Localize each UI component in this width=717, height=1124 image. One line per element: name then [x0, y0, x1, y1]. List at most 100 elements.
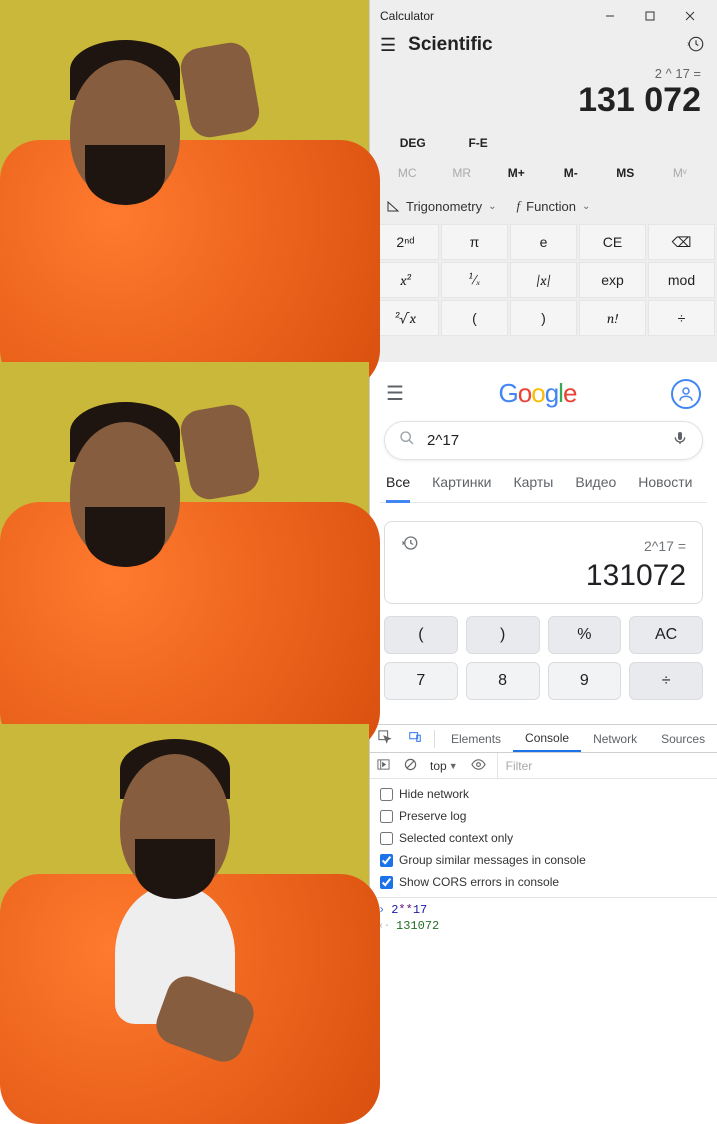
history-icon[interactable]	[687, 35, 705, 56]
search-query: 2^17	[427, 432, 672, 449]
maximize-button[interactable]	[633, 6, 667, 26]
account-icon[interactable]	[671, 379, 701, 409]
calculator-result: 131 072	[370, 81, 717, 128]
key-fact[interactable]: n!	[579, 300, 646, 336]
key-lparen[interactable]: (	[384, 616, 458, 654]
deg-button[interactable]: DEG	[380, 128, 445, 158]
function-dropdown[interactable]: f Function ⌄	[517, 198, 591, 214]
mplus-button[interactable]: M+	[489, 158, 544, 188]
calculator-mode: Scientific	[408, 34, 687, 56]
inspect-icon[interactable]	[370, 730, 400, 747]
google-logo[interactable]: Google	[404, 378, 671, 409]
hamburger-icon[interactable]: ☰	[380, 35, 396, 56]
hamburger-icon[interactable]: ☰	[386, 381, 404, 406]
drake-reject-image	[0, 0, 369, 362]
google-calc-result: 131072	[401, 557, 686, 593]
key-mod[interactable]: mod	[648, 262, 715, 298]
console-option[interactable]: Show CORS errors in console	[380, 871, 707, 893]
key-rparen[interactable]: )	[510, 300, 577, 336]
context-label: top	[430, 759, 447, 773]
filter-input[interactable]: Filter	[497, 753, 717, 778]
calculator-expression: 2 ^ 17 =	[370, 62, 717, 81]
key-ce[interactable]: CE	[579, 224, 646, 260]
tab-maps[interactable]: Карты	[513, 474, 553, 492]
console-settings: Hide network Preserve log Selected context…	[370, 779, 717, 898]
tab-console[interactable]: Console	[513, 725, 581, 752]
search-input[interactable]: 2^17	[384, 421, 703, 460]
key-9[interactable]: 9	[548, 662, 622, 700]
sidebar-toggle-icon[interactable]	[370, 758, 397, 774]
console-option[interactable]: Hide network	[380, 783, 707, 805]
key-recip[interactable]: ¹⁄ₓ	[441, 262, 508, 298]
option-label: Hide network	[399, 787, 469, 801]
console-option[interactable]: Selected context only	[380, 827, 707, 849]
option-checkbox[interactable]	[380, 810, 393, 823]
context-selector[interactable]: top ▼	[424, 759, 464, 773]
key-abs[interactable]: |x|	[510, 262, 577, 298]
device-icon[interactable]	[400, 730, 430, 747]
mlist-button[interactable]: Mᵛ	[653, 158, 708, 188]
key-div[interactable]: ÷	[648, 300, 715, 336]
google-calc-expression: 2^17 =	[419, 538, 686, 554]
tab-sources[interactable]: Sources	[649, 725, 717, 752]
tab-images[interactable]: Картинки	[432, 474, 491, 492]
console-output[interactable]: › 2**17 ‹· 131072	[370, 898, 717, 938]
key-ac[interactable]: AC	[629, 616, 703, 654]
key-7[interactable]: 7	[384, 662, 458, 700]
chevron-down-icon: ⌄	[582, 201, 590, 212]
option-label: Preserve log	[399, 809, 466, 823]
clear-icon[interactable]	[397, 758, 424, 774]
console-input: 2**17	[391, 903, 427, 917]
key-8[interactable]: 8	[466, 662, 540, 700]
option-checkbox[interactable]	[380, 854, 393, 867]
drake-reject-image	[0, 362, 369, 724]
key-lparen[interactable]: (	[441, 300, 508, 336]
tab-video[interactable]: Видео	[575, 474, 616, 492]
key-xsq[interactable]: x²	[372, 262, 439, 298]
calculator-keypad: 2ⁿᵈ π e CE ⌫ x² ¹⁄ₓ |x| exp mod ²√x ( ) …	[370, 224, 717, 336]
search-icon	[399, 430, 415, 451]
angle-icon	[386, 199, 400, 213]
mc-button[interactable]: MC	[380, 158, 435, 188]
console-option[interactable]: Preserve log	[380, 805, 707, 827]
tab-elements[interactable]: Elements	[439, 725, 513, 752]
search-tabs: Все Картинки Карты Видео Новости	[380, 474, 707, 503]
mminus-button[interactable]: M-	[544, 158, 599, 188]
key-rparen[interactable]: )	[466, 616, 540, 654]
history-icon[interactable]	[401, 534, 419, 557]
drake-approve-image	[0, 724, 369, 1086]
option-checkbox[interactable]	[380, 832, 393, 845]
key-pi[interactable]: π	[441, 224, 508, 260]
windows-calculator: Calculator ☰ Scientific 2 ^ 17 = 13	[370, 0, 717, 362]
mr-button[interactable]: MR	[435, 158, 490, 188]
option-checkbox[interactable]	[380, 788, 393, 801]
devtools-tabs: Elements Console Network Sources	[370, 725, 717, 753]
option-label: Selected context only	[399, 831, 513, 845]
key-2nd[interactable]: 2ⁿᵈ	[372, 224, 439, 260]
google-calc-keypad: ( ) % AC 7 8 9 ÷	[384, 616, 703, 700]
trigonometry-dropdown[interactable]: Trigonometry ⌄	[386, 198, 497, 214]
key-sqrt[interactable]: ²√x	[372, 300, 439, 336]
option-label: Show CORS errors in console	[399, 875, 559, 889]
tab-all[interactable]: Все	[386, 474, 410, 503]
mic-icon[interactable]	[672, 430, 688, 451]
console-option[interactable]: Group similar messages in console	[380, 849, 707, 871]
ms-button[interactable]: MS	[598, 158, 653, 188]
tab-news[interactable]: Новости	[638, 474, 692, 492]
minimize-button[interactable]	[593, 6, 627, 26]
window-title: Calculator	[380, 9, 587, 23]
option-label: Group similar messages in console	[399, 853, 586, 867]
key-percent[interactable]: %	[548, 616, 622, 654]
fe-button[interactable]: F-E	[445, 128, 510, 158]
key-e[interactable]: e	[510, 224, 577, 260]
close-button[interactable]	[673, 6, 707, 26]
key-backspace[interactable]: ⌫	[648, 224, 715, 260]
func-label: Function	[526, 199, 576, 214]
tab-network[interactable]: Network	[581, 725, 649, 752]
chevron-down-icon: ⌄	[488, 201, 496, 212]
option-checkbox[interactable]	[380, 876, 393, 889]
key-div[interactable]: ÷	[629, 662, 703, 700]
key-exp[interactable]: exp	[579, 262, 646, 298]
eye-icon[interactable]	[464, 757, 493, 775]
google-search: ☰ Google 2^17 Все Картинки	[370, 362, 717, 724]
